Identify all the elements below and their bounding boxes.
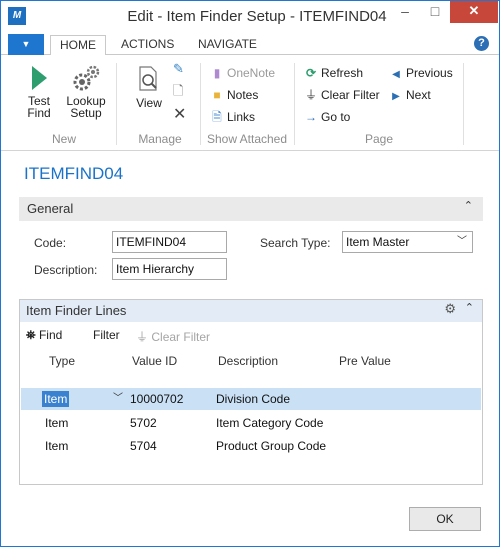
group-label-page: Page bbox=[364, 132, 394, 146]
column-header-value-id[interactable]: Value ID bbox=[132, 354, 177, 368]
search-type-select[interactable]: Item Master ﹀ bbox=[342, 231, 473, 253]
description-cell[interactable]: Division Code bbox=[216, 388, 290, 410]
go-to-button[interactable]: → Go to bbox=[304, 109, 350, 127]
clear-filter-icon: ⏚ bbox=[304, 88, 317, 102]
group-label-show-attached: Show Attached bbox=[206, 132, 288, 146]
table-row[interactable]: Item 5704 Product Group Code bbox=[21, 435, 481, 457]
chevron-down-icon: ﹀ bbox=[457, 236, 467, 247]
triangle-right-icon: ▶ bbox=[392, 91, 400, 102]
find-button[interactable]: ⛯ Find bbox=[26, 328, 62, 343]
ribbon-separator bbox=[294, 63, 295, 145]
code-field[interactable]: ITEMFIND04 bbox=[112, 231, 227, 253]
column-header-pre-value[interactable]: Pre Value bbox=[339, 354, 391, 368]
next-button[interactable]: ▶ Next bbox=[389, 87, 431, 105]
fasttab-general-header[interactable]: General ⌃ bbox=[19, 197, 483, 221]
group-label-new: New bbox=[51, 132, 76, 146]
lookup-setup-button[interactable]: Lookup Setup bbox=[63, 65, 109, 119]
previous-label: Previous bbox=[406, 66, 453, 80]
help-icon[interactable]: ? bbox=[474, 36, 489, 51]
tab-navigate[interactable]: NAVIGATE bbox=[198, 35, 257, 56]
previous-button[interactable]: ◀ Previous bbox=[389, 65, 453, 83]
type-cell[interactable]: Item bbox=[45, 435, 68, 457]
code-label: Code: bbox=[34, 236, 67, 250]
onenote-icon: ▮ bbox=[213, 66, 221, 80]
tab-home[interactable]: HOME bbox=[50, 35, 106, 56]
test-find-button[interactable]: Test Find bbox=[21, 65, 57, 119]
title-bar: M Edit - Item Finder Setup - ITEMFIND04 … bbox=[1, 1, 499, 31]
application-menu-button[interactable]: ▼ bbox=[8, 34, 44, 55]
clear-filter-button[interactable]: ⏚ Clear Filter bbox=[304, 87, 380, 105]
view-document-icon bbox=[139, 66, 157, 91]
table-row[interactable]: Item ﹀ 10000702 Division Code bbox=[21, 388, 481, 410]
next-label: Next bbox=[406, 88, 431, 102]
type-cell[interactable]: Item bbox=[45, 412, 68, 434]
refresh-icon: ⟳ bbox=[305, 66, 317, 80]
lines-part-header[interactable]: Item Finder Lines ⚙ ⌃ bbox=[20, 300, 482, 322]
item-finder-lines-part: Item Finder Lines ⚙ ⌃ ⛯ Find Filter ⏚ Cl… bbox=[19, 299, 483, 485]
search-type-value: Item Master bbox=[346, 235, 410, 249]
binoculars-icon: ⛯ bbox=[26, 328, 36, 342]
notes-label: Notes bbox=[227, 88, 259, 102]
onenote-button[interactable]: ▮ OneNote bbox=[210, 65, 275, 83]
ribbon: Test Find Lookup Setup New View ✎ 🗋 ✕ Ma… bbox=[1, 55, 499, 151]
clear-filter-label: Clear Filter bbox=[321, 88, 380, 102]
triangle-left-icon: ◀ bbox=[392, 69, 400, 80]
gears-icon bbox=[73, 65, 100, 91]
notes-icon: ■ bbox=[213, 88, 221, 102]
notes-button[interactable]: ■ Notes bbox=[210, 87, 258, 105]
maximize-button[interactable]: □ bbox=[421, 1, 449, 23]
fasttab-general-title: General bbox=[27, 201, 74, 216]
minimize-button[interactable]: – bbox=[391, 1, 419, 23]
test-find-label-line2: Find bbox=[27, 106, 51, 120]
search-type-label: Search Type: bbox=[260, 236, 331, 250]
links-icon: 🗎 bbox=[212, 110, 222, 124]
delete-x-icon[interactable]: ✕ bbox=[173, 107, 186, 125]
tab-actions[interactable]: ACTIONS bbox=[121, 35, 174, 56]
column-header-type[interactable]: Type bbox=[49, 354, 75, 368]
table-row[interactable]: Item 5702 Item Category Code bbox=[21, 412, 481, 434]
links-label: Links bbox=[227, 110, 256, 124]
arrow-right-icon: → bbox=[305, 110, 317, 124]
lookup-setup-label-line2: Setup bbox=[70, 106, 102, 120]
view-label: View bbox=[136, 96, 162, 110]
new-document-icon[interactable]: 🗋 bbox=[173, 83, 183, 101]
links-button[interactable]: 🗎 Links bbox=[210, 109, 255, 127]
refresh-button[interactable]: ⟳ Refresh bbox=[304, 65, 363, 83]
column-header-description[interactable]: Description bbox=[218, 354, 278, 368]
description-cell[interactable]: Item Category Code bbox=[216, 412, 323, 434]
lines-part-title: Item Finder Lines bbox=[26, 303, 127, 318]
find-label: Find bbox=[38, 328, 63, 342]
value-id-cell[interactable]: 5704 bbox=[130, 435, 157, 457]
view-button[interactable]: View bbox=[132, 65, 166, 109]
close-button[interactable]: ✕ bbox=[450, 1, 498, 23]
chevron-down-icon[interactable]: ﹀ bbox=[113, 388, 123, 410]
gears-icon[interactable]: ⚙ bbox=[444, 301, 456, 317]
ribbon-tab-bar: ▼ HOME ACTIONS NAVIGATE ? bbox=[1, 31, 499, 56]
description-label: Description: bbox=[34, 263, 98, 277]
value-id-cell[interactable]: 5702 bbox=[130, 412, 157, 434]
description-field[interactable]: Item Hierarchy bbox=[112, 258, 227, 280]
chevron-up-icon[interactable]: ⌃ bbox=[464, 199, 473, 212]
go-to-label: Go to bbox=[321, 110, 351, 124]
type-input[interactable]: Item bbox=[42, 391, 70, 407]
ribbon-separator bbox=[116, 63, 117, 145]
page-title: ITEMFIND04 bbox=[24, 164, 124, 183]
group-label-manage: Manage bbox=[138, 132, 182, 146]
app-window: M Edit - Item Finder Setup - ITEMFIND04 … bbox=[0, 0, 500, 547]
clear-filter-lines-label: Clear Filter bbox=[151, 330, 211, 344]
edit-pencil-icon[interactable]: ✎ bbox=[173, 61, 184, 79]
chevron-up-icon[interactable]: ⌃ bbox=[465, 301, 474, 314]
ribbon-separator bbox=[200, 63, 201, 145]
description-cell[interactable]: Product Group Code bbox=[216, 435, 326, 457]
clear-filter-lines-button[interactable]: ⏚ Clear Filter bbox=[136, 328, 210, 345]
value-id-cell[interactable]: 10000702 bbox=[130, 388, 183, 410]
lines-toolbar: ⛯ Find Filter ⏚ Clear Filter bbox=[20, 324, 482, 346]
ribbon-separator bbox=[463, 63, 464, 145]
clear-filter-icon: ⏚ bbox=[136, 330, 149, 344]
refresh-label: Refresh bbox=[321, 66, 364, 80]
ok-button[interactable]: OK bbox=[409, 507, 481, 531]
onenote-label: OneNote bbox=[227, 66, 276, 80]
play-icon bbox=[32, 66, 47, 90]
filter-button[interactable]: Filter bbox=[93, 328, 120, 342]
